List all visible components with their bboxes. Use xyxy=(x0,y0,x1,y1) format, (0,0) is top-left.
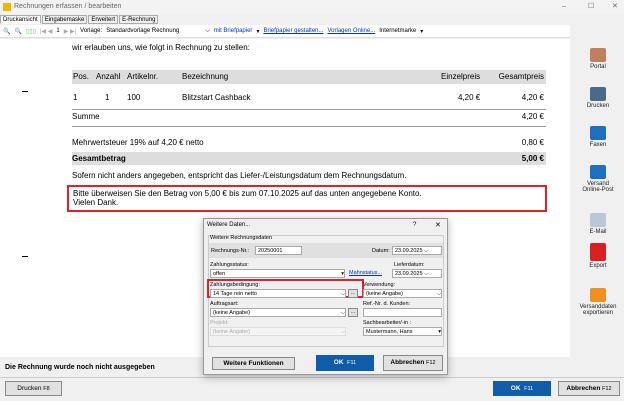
payment-text-highlight[interactable]: Bitte überweisen Sie den Betrag von 5,00… xyxy=(67,185,547,212)
mailbox-icon xyxy=(590,165,606,179)
template-label: Vorlage: xyxy=(80,28,103,34)
dialog-title: Weitere Daten... xyxy=(207,222,251,228)
customer-ref-input[interactable] xyxy=(363,308,442,317)
intro-text: wir erlauben uns, wie folgt in Rechnung … xyxy=(72,43,250,52)
next-page-icon[interactable]: ▶ ▶| xyxy=(64,28,76,35)
view-tabs: Druckansicht Eingabemaske Erweitert E-Re… xyxy=(0,15,159,24)
printer-icon xyxy=(590,87,606,101)
clerk-select[interactable]: Mustermann, Hans ▾ xyxy=(363,327,442,336)
zoom-in-icon[interactable]: 🔍 xyxy=(14,28,21,35)
zoom-out-icon[interactable]: 🔍 xyxy=(3,28,10,35)
first-page-icon[interactable]: |◀ ◀ xyxy=(40,28,52,35)
date-picker[interactable]: 23.09.2025 ⌵ xyxy=(392,246,442,255)
tab-druckansicht[interactable]: Druckansicht xyxy=(0,15,41,24)
order-type-select[interactable]: (keine Angabe) ⌵ xyxy=(210,308,346,317)
fold-mark xyxy=(22,91,28,92)
print-button[interactable]: Drucken xyxy=(572,87,624,109)
title-bar: Rechnungen erfassen / bearbeiten – ☐ ✕ xyxy=(0,0,624,14)
portal-button[interactable]: Portal xyxy=(572,48,624,70)
stamp-dropdown[interactable]: Internetmarke xyxy=(379,28,416,34)
total-row: Gesamtbetrag 5,00 € xyxy=(72,152,546,165)
ok-button[interactable]: OK F11 xyxy=(493,381,551,396)
status-text: Die Rechnung wurde noch nicht ausgegeben xyxy=(5,364,155,371)
tab-e-rechnung[interactable]: E-Rechnung xyxy=(119,15,159,24)
delivery-note: Sofern nicht anders angegeben, entsprich… xyxy=(72,171,407,180)
window-title: Rechnungen erfassen / bearbeiten xyxy=(14,3,122,10)
page-number[interactable]: 1 xyxy=(56,28,59,34)
dialog-close-icon[interactable]: ✕ xyxy=(435,221,441,229)
vat-row: Mehrwertsteuer 19% auf 4,20 € netto 0,80 … xyxy=(72,138,544,147)
project-select: (keine Angabe) ⌵ xyxy=(210,327,346,336)
templates-online-link[interactable]: Vorlagen Online... xyxy=(328,28,376,34)
payment-terms-more-button[interactable]: ... xyxy=(348,289,358,298)
template-select[interactable]: Standardvorlage Rechnung xyxy=(106,28,201,34)
print-bottom-button[interactable]: Drucken F8 xyxy=(5,381,62,396)
export-shipping-button[interactable]: Versanddaten exportieren xyxy=(572,288,624,316)
further-data-dialog: Weitere Daten... ? ✕ Weitere Rechnungsda… xyxy=(203,218,448,375)
tab-eingabemaske[interactable]: Eingabemaske xyxy=(41,15,88,24)
maximize-button[interactable]: ☐ xyxy=(588,0,594,14)
page-icon[interactable]: ▯▯▯ xyxy=(26,28,36,35)
fax-icon xyxy=(590,126,606,140)
toolbar: 🔍 🔍 ▯▯▯ |◀ ◀ 1 ▶ ▶| Vorlage: Standardvor… xyxy=(0,25,570,38)
payment-terms-select[interactable]: 14 Tage rein netto ⌵ xyxy=(210,289,346,298)
invoice-number-input[interactable]: 20250001 xyxy=(255,246,302,255)
sum-row: Summe 4,20 € xyxy=(72,112,544,121)
more-functions-button[interactable]: Weitere Funktionen xyxy=(212,357,295,370)
design-letterhead-link[interactable]: Briefpapier gestalten... xyxy=(263,28,323,34)
dialog-cancel-button[interactable]: Abbrechen F12 xyxy=(383,355,443,371)
usage-select[interactable]: (keine Angabe) ⌵ xyxy=(363,289,442,298)
package-icon xyxy=(590,288,606,302)
people-icon xyxy=(590,48,606,62)
envelope-icon xyxy=(590,213,606,227)
email-button[interactable]: E-Mail xyxy=(572,213,624,235)
minimize-button[interactable]: – xyxy=(562,0,566,14)
action-sidebar: Portal Drucken Faxen Versand Online-Post… xyxy=(572,40,624,330)
app-icon xyxy=(3,3,11,11)
delivery-date-picker[interactable]: 23.09.2025 ⌵ xyxy=(392,269,442,278)
dialog-ok-button[interactable]: OK F11 xyxy=(316,355,374,371)
pdf-icon xyxy=(590,243,606,261)
fax-button[interactable]: Faxen xyxy=(572,126,624,148)
order-type-more-button[interactable]: ... xyxy=(348,308,358,317)
letterhead-dropdown[interactable]: mit Briefpapier xyxy=(214,28,253,34)
dunning-status-link[interactable]: Mahnstatus... xyxy=(349,270,382,276)
table-header: Pos. Anzahl Artikelnr. Bezeichnung Einze… xyxy=(72,70,546,84)
close-button[interactable]: ✕ xyxy=(612,0,618,14)
tab-erweitert[interactable]: Erweitert xyxy=(88,15,119,24)
help-button[interactable]: ? xyxy=(413,222,416,228)
payment-status-select[interactable]: offen ▾ xyxy=(210,269,345,278)
online-post-button[interactable]: Versand Online-Post xyxy=(572,165,624,193)
chevron-down-icon[interactable]: ⌵ xyxy=(205,28,210,35)
export-button[interactable]: Export xyxy=(572,243,624,269)
cancel-button[interactable]: Abbrechen F12 xyxy=(558,381,620,396)
fold-mark xyxy=(22,256,28,257)
